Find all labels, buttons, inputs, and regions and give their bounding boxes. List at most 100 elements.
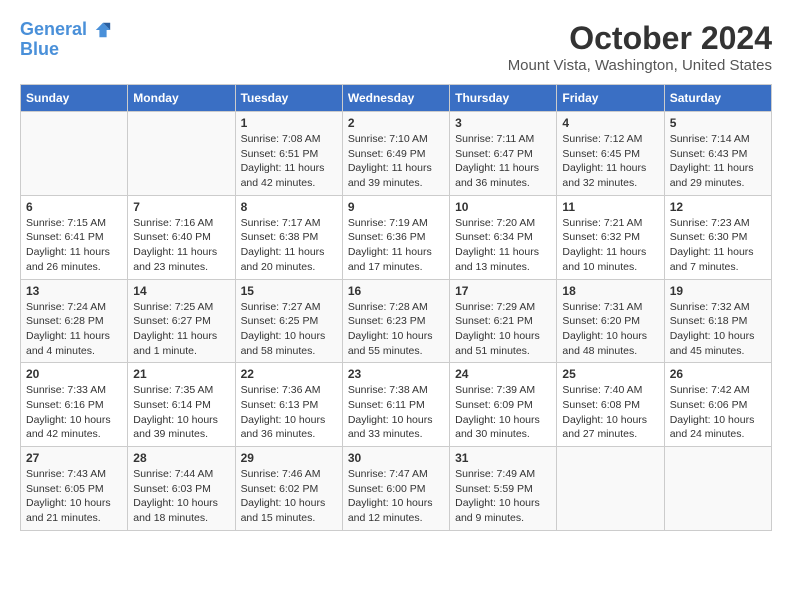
calendar-cell: 28 Sunrise: 7:44 AM Sunset: 6:03 PM Dayli… [128, 447, 235, 531]
day-number: 7 [133, 200, 229, 214]
day-info: Sunrise: 7:11 AM Sunset: 6:47 PM Dayligh… [455, 132, 551, 191]
day-number: 26 [670, 367, 766, 381]
calendar-cell: 26Sunrise: 7:42 AM Sunset: 6:06 PM Dayli… [664, 363, 771, 447]
header-day: Wednesday [342, 85, 449, 112]
day-info: Sunrise: 7:33 AM Sunset: 6:16 PM Dayligh… [26, 383, 122, 442]
day-info: Sunrise: 7:46 AM Sunset: 6:02 PM Dayligh… [241, 467, 337, 526]
day-info: Sunrise: 7:12 AM Sunset: 6:45 PM Dayligh… [562, 132, 658, 191]
day-number: 4 [562, 116, 658, 130]
calendar-cell: 19 Sunrise: 7:32 AM Sunset: 6:18 PM Dayli… [664, 279, 771, 363]
calendar-body: 1Sunrise: 7:08 AM Sunset: 6:51 PM Daylig… [21, 112, 772, 531]
calendar-cell: 23 Sunrise: 7:38 AM Sunset: 6:11 PM Dayli… [342, 363, 449, 447]
logo-line1: General [20, 19, 87, 39]
week-row: 27Sunrise: 7:43 AM Sunset: 6:05 PM Dayli… [21, 447, 772, 531]
day-number: 19 [670, 284, 766, 298]
day-info: Sunrise: 7:21 AM Sunset: 6:32 PM Dayligh… [562, 216, 658, 275]
calendar-cell [21, 112, 128, 196]
calendar-cell: 27Sunrise: 7:43 AM Sunset: 6:05 PM Dayli… [21, 447, 128, 531]
day-number: 24 [455, 367, 551, 381]
day-info: Sunrise: 7:43 AM Sunset: 6:05 PM Dayligh… [26, 467, 122, 526]
header: General Blue October 2024 Mount Vista, W… [20, 20, 772, 74]
day-info: Sunrise: 7:36 AM Sunset: 6:13 PM Dayligh… [241, 383, 337, 442]
week-row: 20 Sunrise: 7:33 AM Sunset: 6:16 PM Dayli… [21, 363, 772, 447]
calendar-cell: 3 Sunrise: 7:11 AM Sunset: 6:47 PM Daylig… [450, 112, 557, 196]
calendar-cell: 6 Sunrise: 7:15 AM Sunset: 6:41 PM Daylig… [21, 195, 128, 279]
day-number: 23 [348, 367, 444, 381]
day-info: Sunrise: 7:10 AM Sunset: 6:49 PM Dayligh… [348, 132, 444, 191]
calendar-cell: 17 Sunrise: 7:29 AM Sunset: 6:21 PM Dayli… [450, 279, 557, 363]
calendar-cell: 22 Sunrise: 7:36 AM Sunset: 6:13 PM Dayli… [235, 363, 342, 447]
calendar-cell: 13 Sunrise: 7:24 AM Sunset: 6:28 PM Dayli… [21, 279, 128, 363]
calendar-cell: 18Sunrise: 7:31 AM Sunset: 6:20 PM Dayli… [557, 279, 664, 363]
calendar-cell: 21 Sunrise: 7:35 AM Sunset: 6:14 PM Dayli… [128, 363, 235, 447]
day-info: Sunrise: 7:23 AM Sunset: 6:30 PM Dayligh… [670, 216, 766, 275]
logo-icon [94, 21, 112, 39]
logo-line2: Blue [20, 39, 59, 59]
day-info: Sunrise: 7:40 AM Sunset: 6:08 PM Dayligh… [562, 383, 658, 442]
header-day: Sunday [21, 85, 128, 112]
day-info: Sunrise: 7:39 AM Sunset: 6:09 PM Dayligh… [455, 383, 551, 442]
day-info: Sunrise: 7:29 AM Sunset: 6:21 PM Dayligh… [455, 300, 551, 359]
day-info: Sunrise: 7:24 AM Sunset: 6:28 PM Dayligh… [26, 300, 122, 359]
day-info: Sunrise: 7:32 AM Sunset: 6:18 PM Dayligh… [670, 300, 766, 359]
week-row: 1Sunrise: 7:08 AM Sunset: 6:51 PM Daylig… [21, 112, 772, 196]
day-info: Sunrise: 7:17 AM Sunset: 6:38 PM Dayligh… [241, 216, 337, 275]
header-day: Tuesday [235, 85, 342, 112]
day-number: 3 [455, 116, 551, 130]
calendar-cell: 1Sunrise: 7:08 AM Sunset: 6:51 PM Daylig… [235, 112, 342, 196]
day-number: 28 [133, 451, 229, 465]
calendar-cell: 24 Sunrise: 7:39 AM Sunset: 6:09 PM Dayli… [450, 363, 557, 447]
calendar-cell: 14 Sunrise: 7:25 AM Sunset: 6:27 PM Dayli… [128, 279, 235, 363]
day-info: Sunrise: 7:47 AM Sunset: 6:00 PM Dayligh… [348, 467, 444, 526]
day-number: 17 [455, 284, 551, 298]
day-number: 22 [241, 367, 337, 381]
day-info: Sunrise: 7:44 AM Sunset: 6:03 PM Dayligh… [133, 467, 229, 526]
calendar-cell: 4 Sunrise: 7:12 AM Sunset: 6:45 PM Daylig… [557, 112, 664, 196]
day-number: 13 [26, 284, 122, 298]
day-number: 2 [348, 116, 444, 130]
day-info: Sunrise: 7:27 AM Sunset: 6:25 PM Dayligh… [241, 300, 337, 359]
calendar-cell: 12 Sunrise: 7:23 AM Sunset: 6:30 PM Dayli… [664, 195, 771, 279]
calendar-cell: 15Sunrise: 7:27 AM Sunset: 6:25 PM Dayli… [235, 279, 342, 363]
day-info: Sunrise: 7:38 AM Sunset: 6:11 PM Dayligh… [348, 383, 444, 442]
calendar-cell [128, 112, 235, 196]
day-number: 5 [670, 116, 766, 130]
week-row: 13 Sunrise: 7:24 AM Sunset: 6:28 PM Dayli… [21, 279, 772, 363]
calendar-table: SundayMondayTuesdayWednesdayThursdayFrid… [20, 84, 772, 531]
day-number: 9 [348, 200, 444, 214]
calendar-header: SundayMondayTuesdayWednesdayThursdayFrid… [21, 85, 772, 112]
day-number: 21 [133, 367, 229, 381]
logo-text: General Blue [20, 20, 112, 60]
day-number: 12 [670, 200, 766, 214]
calendar-cell: 16Sunrise: 7:28 AM Sunset: 6:23 PM Dayli… [342, 279, 449, 363]
calendar-cell: 9 Sunrise: 7:19 AM Sunset: 6:36 PM Daylig… [342, 195, 449, 279]
day-info: Sunrise: 7:25 AM Sunset: 6:27 PM Dayligh… [133, 300, 229, 359]
day-number: 30 [348, 451, 444, 465]
calendar-cell: 10Sunrise: 7:20 AM Sunset: 6:34 PM Dayli… [450, 195, 557, 279]
day-number: 18 [562, 284, 658, 298]
day-info: Sunrise: 7:19 AM Sunset: 6:36 PM Dayligh… [348, 216, 444, 275]
day-info: Sunrise: 7:35 AM Sunset: 6:14 PM Dayligh… [133, 383, 229, 442]
calendar-cell: 8 Sunrise: 7:17 AM Sunset: 6:38 PM Daylig… [235, 195, 342, 279]
calendar-cell [664, 447, 771, 531]
logo: General Blue [20, 20, 112, 60]
calendar-cell: 7Sunrise: 7:16 AM Sunset: 6:40 PM Daylig… [128, 195, 235, 279]
day-number: 1 [241, 116, 337, 130]
day-number: 14 [133, 284, 229, 298]
day-number: 8 [241, 200, 337, 214]
day-info: Sunrise: 7:14 AM Sunset: 6:43 PM Dayligh… [670, 132, 766, 191]
day-info: Sunrise: 7:15 AM Sunset: 6:41 PM Dayligh… [26, 216, 122, 275]
calendar-cell: 20 Sunrise: 7:33 AM Sunset: 6:16 PM Dayli… [21, 363, 128, 447]
calendar-cell: 11Sunrise: 7:21 AM Sunset: 6:32 PM Dayli… [557, 195, 664, 279]
calendar-cell: 31Sunrise: 7:49 AM Sunset: 5:59 PM Dayli… [450, 447, 557, 531]
calendar-cell: 25Sunrise: 7:40 AM Sunset: 6:08 PM Dayli… [557, 363, 664, 447]
header-day: Monday [128, 85, 235, 112]
day-info: Sunrise: 7:20 AM Sunset: 6:34 PM Dayligh… [455, 216, 551, 275]
header-day: Saturday [664, 85, 771, 112]
subtitle: Mount Vista, Washington, United States [508, 57, 772, 74]
day-number: 6 [26, 200, 122, 214]
day-number: 20 [26, 367, 122, 381]
header-day: Friday [557, 85, 664, 112]
title-block: October 2024 Mount Vista, Washington, Un… [508, 20, 772, 74]
day-number: 31 [455, 451, 551, 465]
